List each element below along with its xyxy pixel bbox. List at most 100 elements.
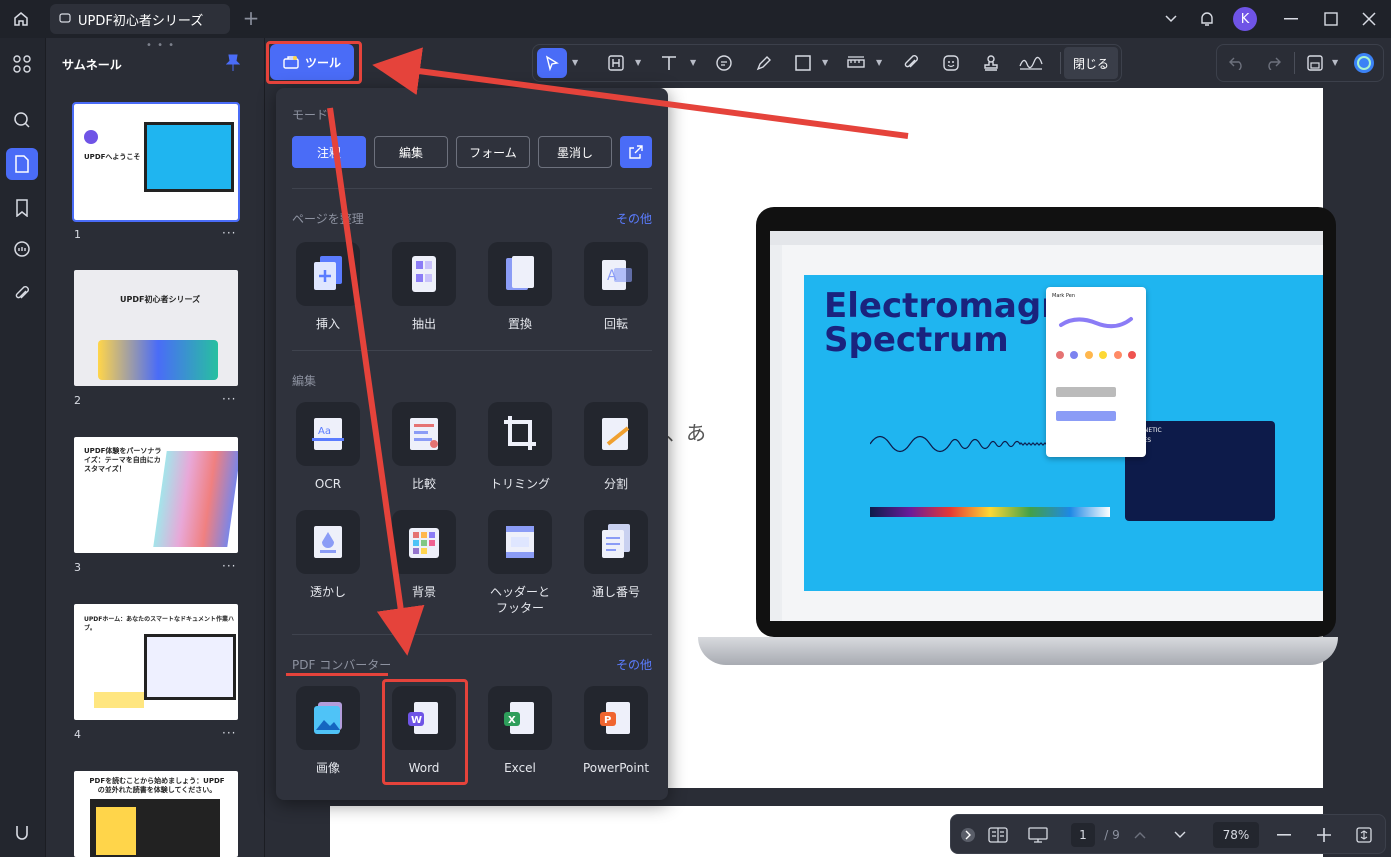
page-up-icon[interactable] xyxy=(1129,823,1151,847)
updf-logo-icon[interactable] xyxy=(6,816,38,848)
search-icon[interactable] xyxy=(6,104,38,136)
thumbnails-icon[interactable] xyxy=(6,148,38,180)
text-icon[interactable] xyxy=(656,50,682,76)
attachment-icon[interactable] xyxy=(6,278,38,310)
pen-icon[interactable] xyxy=(751,50,777,76)
tool-bates-number-label: 通し番号 xyxy=(591,585,640,599)
thumbnail-number: 2 xyxy=(74,394,81,407)
stamp-icon[interactable] xyxy=(978,50,1004,76)
section-divider xyxy=(292,350,652,351)
save-icon[interactable] xyxy=(1302,50,1328,76)
thumbnail-page-4[interactable]: UPDFホーム：あなたのスマートなドキュメント作業ハブ。 xyxy=(74,604,238,720)
split-icon xyxy=(602,418,630,450)
attachment-icon[interactable] xyxy=(898,50,924,76)
thumbnail-panel: • • • サムネール UPDFへようこそ 1 ··· UPDF初心者シリーズ … xyxy=(46,38,265,857)
mode-annotate-button[interactable]: 注釈 xyxy=(292,136,366,168)
tool-header-footer[interactable]: ヘッダーと フッター xyxy=(480,510,560,616)
undo-icon[interactable] xyxy=(1224,50,1250,76)
text-box-icon[interactable] xyxy=(603,50,629,76)
thumbnail-panel-title: サムネール xyxy=(62,58,122,72)
thumbnail-page-1[interactable]: UPDFへようこそ xyxy=(72,102,240,222)
shape-rectangle-icon[interactable] xyxy=(790,50,816,76)
tool-compare[interactable]: 比較 xyxy=(384,402,464,492)
organize-more-link[interactable]: その他 xyxy=(616,210,652,227)
pen-stroke-preview xyxy=(1059,317,1133,329)
tool-crop[interactable]: トリミング xyxy=(480,402,560,492)
comment-icon xyxy=(59,13,71,23)
mode-form-button[interactable]: フォーム xyxy=(456,136,530,168)
tool-rotate[interactable]: A 回転 xyxy=(576,242,656,332)
presentation-icon[interactable] xyxy=(1025,823,1051,847)
sticker-icon[interactable] xyxy=(938,50,964,76)
thumbnail-heading: UPDF初心者シリーズ xyxy=(120,295,201,304)
add-tab-button[interactable]: + xyxy=(240,8,262,30)
thumbnail-page-5[interactable]: PDFを読むことから始めましょう：UPDFの並外れた読書を体験してください。 xyxy=(74,771,238,857)
mode-edit-button[interactable]: 編集 xyxy=(374,136,448,168)
thumbnail-page-2[interactable]: UPDF初心者シリーズ xyxy=(74,270,238,386)
laptop-base xyxy=(698,637,1338,665)
chevron-down-icon[interactable]: ▼ xyxy=(822,58,828,67)
measure-icon[interactable] xyxy=(843,50,869,76)
thumbnail-more-button[interactable]: ··· xyxy=(222,226,236,240)
chevron-down-icon[interactable]: ▼ xyxy=(876,58,882,67)
tool-watermark[interactable]: 透かし xyxy=(288,510,368,600)
select-cursor-icon[interactable] xyxy=(537,48,567,78)
chevron-down-icon[interactable]: ▼ xyxy=(572,58,578,67)
thumbnail-more-button[interactable]: ··· xyxy=(222,559,236,573)
mark-pen-popup: Mark Pen xyxy=(1046,287,1146,457)
pin-icon[interactable] xyxy=(225,54,242,72)
thumbnail-note xyxy=(94,692,144,708)
bookmark-icon[interactable] xyxy=(6,192,38,224)
comment-icon[interactable] xyxy=(711,50,737,76)
fit-page-icon[interactable] xyxy=(1353,823,1375,847)
avatar[interactable]: K xyxy=(1232,6,1258,32)
chevron-down-icon[interactable]: ▼ xyxy=(690,58,696,67)
ai-assistant-icon[interactable] xyxy=(1351,50,1377,76)
tool-split[interactable]: 分割 xyxy=(576,402,656,492)
tool-to-image[interactable]: 画像 xyxy=(288,686,368,776)
mode-redact-button[interactable]: 墨消し xyxy=(538,136,612,168)
tool-ocr[interactable]: Aa OCR xyxy=(288,402,368,492)
thumbnail-number: 3 xyxy=(74,561,81,574)
resize-handle[interactable]: • • • xyxy=(146,40,175,51)
watermark-icon xyxy=(314,526,342,558)
thumbnail-heading: UPDF体験をパーソナライズ：テーマを自由にカスタマイズ！ xyxy=(84,447,162,473)
zoom-level[interactable]: 78% xyxy=(1213,822,1259,848)
convert-more-link[interactable]: その他 xyxy=(616,656,652,673)
chevron-down-icon[interactable] xyxy=(1158,6,1184,32)
spectrum-wave-card xyxy=(1125,421,1275,521)
apps-icon[interactable] xyxy=(6,48,38,80)
reading-mode-icon[interactable] xyxy=(985,823,1011,847)
tool-to-powerpoint[interactable]: P PowerPoint xyxy=(576,686,656,776)
home-icon[interactable] xyxy=(8,6,34,32)
minimize-icon[interactable] xyxy=(1278,6,1304,32)
chevron-down-icon[interactable]: ▼ xyxy=(1332,58,1338,67)
zoom-out-icon[interactable] xyxy=(1273,823,1295,847)
tool-background-label: 背景 xyxy=(411,585,436,599)
tool-extract[interactable]: 抽出 xyxy=(384,242,464,332)
open-external-button[interactable] xyxy=(620,136,652,168)
bell-icon[interactable] xyxy=(1194,6,1220,32)
tool-replace[interactable]: 置換 xyxy=(480,242,560,332)
tool-to-excel[interactable]: X Excel xyxy=(480,686,560,776)
comments-icon[interactable] xyxy=(6,234,38,266)
chevron-down-icon[interactable]: ▼ xyxy=(635,58,641,67)
thumbnail-more-button[interactable]: ··· xyxy=(222,726,236,740)
thumbnail-more-button[interactable]: ··· xyxy=(222,392,236,406)
collapse-icon[interactable] xyxy=(959,823,977,847)
tool-bates-number[interactable]: 通し番号 xyxy=(576,510,656,600)
tool-header-footer-label: ヘッダーと フッター xyxy=(489,585,550,615)
close-window-icon[interactable] xyxy=(1356,6,1382,32)
maximize-icon[interactable] xyxy=(1318,6,1344,32)
tool-background[interactable]: 背景 xyxy=(384,510,464,600)
page-number-input[interactable]: 1 xyxy=(1071,823,1095,847)
page-down-icon[interactable] xyxy=(1169,823,1191,847)
close-annotation-button[interactable]: 閉じる xyxy=(1064,47,1118,79)
document-tab[interactable]: UPDF初心者シリーズ xyxy=(50,4,230,34)
zoom-in-icon[interactable] xyxy=(1313,823,1335,847)
thumbnail-image xyxy=(144,122,234,192)
redo-icon[interactable] xyxy=(1260,50,1286,76)
tool-insert[interactable]: 挿入 xyxy=(288,242,368,332)
thumbnail-page-3[interactable]: UPDF体験をパーソナライズ：テーマを自由にカスタマイズ！ xyxy=(74,437,238,553)
signature-icon[interactable] xyxy=(1018,50,1044,76)
